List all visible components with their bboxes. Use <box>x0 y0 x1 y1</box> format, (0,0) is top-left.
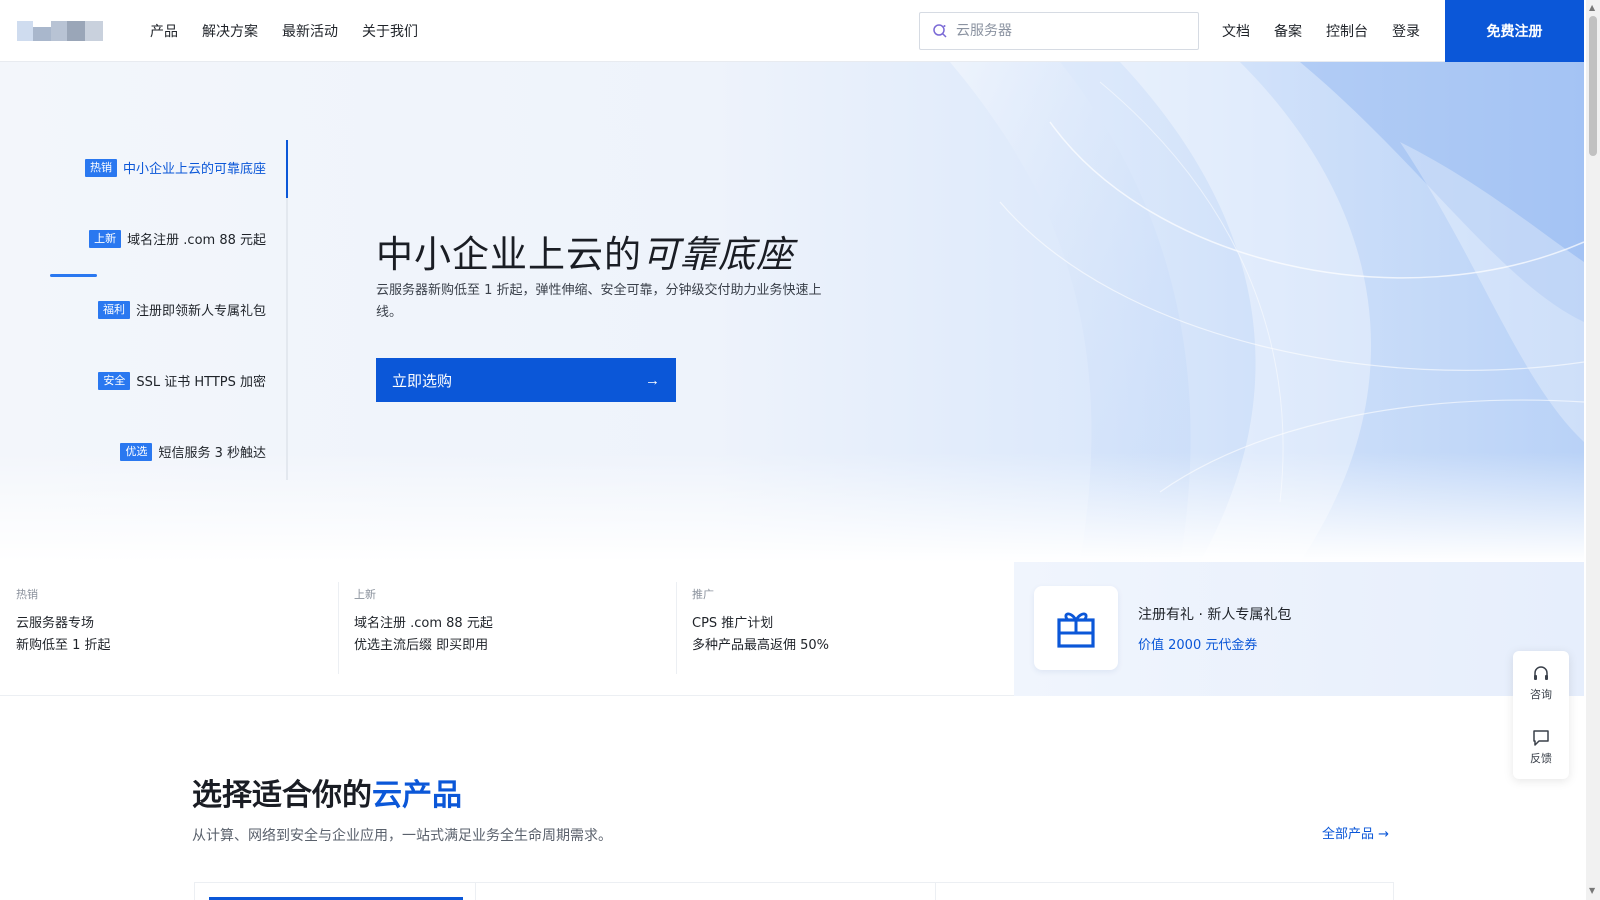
tab-label: 域名注册 .com 88 元起 <box>127 233 266 248</box>
promo-card-2[interactable]: 上新 域名注册 .com 88 元起 优选主流后缀 即买即用 <box>338 562 676 696</box>
promo-subtitle: 多种产品最高返佣 50% <box>692 638 830 653</box>
buy-now-button[interactable]: 立即选购 → <box>376 358 676 402</box>
link-filing[interactable]: 备案 <box>1274 21 1302 41</box>
promo-tag: 上新 <box>354 588 376 601</box>
hero-title-plain: 中小企业上云的 <box>376 233 642 276</box>
hero-tab-3[interactable]: 福利 注册即领新人专属礼包 <box>97 300 266 319</box>
search-input[interactable] <box>956 23 1176 39</box>
hero-banner: 热销 中小企业上云的可靠底座 上新 域名注册 .com 88 元起 福利 注册即… <box>0 62 1584 562</box>
promo-title: CPS 推广计划 <box>692 616 774 631</box>
hero-title: 中小企业上云的可靠底座 <box>376 224 794 278</box>
tab-tag: 上新 <box>89 229 122 248</box>
buy-now-label: 立即选购 <box>392 372 453 390</box>
promo-subtitle: 优选主流后缀 即买即用 <box>354 638 489 653</box>
gift-icon <box>1057 612 1095 648</box>
hero-tabs: 热销 中小企业上云的可靠底座 上新 域名注册 .com 88 元起 福利 注册即… <box>0 140 288 480</box>
nav-item-events[interactable]: 最新活动 <box>282 21 338 41</box>
products-section-title: 选择适合你的云产品 <box>192 770 462 814</box>
scroll-up-arrow-icon[interactable]: ▲ <box>1589 3 1595 12</box>
nav-item-about[interactable]: 关于我们 <box>362 21 418 41</box>
page-scrollbar[interactable]: ▲ ▼ <box>1586 0 1600 900</box>
tab-label: 注册即领新人专属礼包 <box>135 304 266 319</box>
promo-title: 云服务器专场 <box>16 616 95 631</box>
card-separator <box>935 883 936 900</box>
header-links: 文档 备案 控制台 登录 <box>1222 0 1420 62</box>
products-title-plain: 选择适合你的 <box>192 778 372 813</box>
consult-button[interactable]: 咨询 <box>1513 651 1569 715</box>
products-section-description: 从计算、网络到安全与企业应用，一站式满足业务全生命周期需求。 <box>192 828 612 844</box>
promo-card-3[interactable]: 推广 CPS 推广计划 多种产品最高返佣 50% <box>676 562 1014 696</box>
top-header: 产品 解决方案 最新活动 关于我们 文档 备案 控制台 登录 免费注册 <box>0 0 1584 62</box>
promo-tag: 推广 <box>692 588 714 601</box>
gift-title: 注册有礼 · 新人专属礼包 <box>1138 607 1292 623</box>
tab-tag: 热销 <box>84 158 117 177</box>
feedback-button[interactable]: 反馈 <box>1513 715 1569 779</box>
consult-label: 咨询 <box>1530 687 1552 701</box>
product-cards-row <box>194 882 1394 900</box>
promo-subtitle: 新购低至 1 折起 <box>16 638 111 653</box>
tab-label: 短信服务 3 秒触达 <box>158 446 266 461</box>
gift-icon-box <box>1034 586 1118 670</box>
gift-panel[interactable]: 注册有礼 · 新人专属礼包 价值 2000 元代金券 <box>1014 562 1584 696</box>
products-title-accent: 云产品 <box>372 778 462 813</box>
link-console[interactable]: 控制台 <box>1326 21 1368 41</box>
card-separator <box>475 883 476 900</box>
hero-tab-2[interactable]: 上新 域名注册 .com 88 元起 <box>89 229 266 248</box>
nav-item-solutions[interactable]: 解决方案 <box>202 21 258 41</box>
active-tab-underline <box>50 274 97 277</box>
feedback-icon <box>1533 729 1549 746</box>
hero-tab-1[interactable]: 热销 中小企业上云的可靠底座 <box>84 158 266 177</box>
promo-strip: 热销 云服务器专场 新购低至 1 折起 上新 域名注册 .com 88 元起 优… <box>0 562 1584 696</box>
headset-icon <box>1534 665 1548 680</box>
scroll-down-arrow-icon[interactable]: ▼ <box>1589 886 1595 895</box>
tab-label: 中小企业上云的可靠底座 <box>122 162 266 177</box>
feedback-label: 反馈 <box>1530 751 1552 765</box>
main-nav: 产品 解决方案 最新活动 关于我们 <box>150 0 418 62</box>
link-docs[interactable]: 文档 <box>1222 21 1250 41</box>
search-box[interactable] <box>919 12 1199 50</box>
register-button[interactable]: 免费注册 <box>1445 0 1584 62</box>
tab-label: SSL 证书 HTTPS 加密 <box>136 375 266 390</box>
nav-item-products[interactable]: 产品 <box>150 21 178 41</box>
hero-title-emphasis: 可靠底座 <box>642 233 794 276</box>
promo-title: 域名注册 .com 88 元起 <box>354 616 493 631</box>
scrollbar-thumb[interactable] <box>1589 16 1597 156</box>
all-products-link[interactable]: 全部产品 → <box>1322 823 1389 842</box>
tab-tag: 安全 <box>98 371 131 390</box>
tab-tag: 优选 <box>120 442 153 461</box>
brand-logo[interactable] <box>17 21 107 41</box>
hero-tab-5[interactable]: 优选 短信服务 3 秒触达 <box>120 442 266 461</box>
search-icon <box>933 24 947 38</box>
promo-tag: 热销 <box>16 588 38 601</box>
arrow-right-icon: → <box>645 371 660 389</box>
gift-voucher-link[interactable]: 价值 2000 元代金券 <box>1138 634 1257 653</box>
promo-card-1[interactable]: 热销 云服务器专场 新购低至 1 折起 <box>0 562 338 696</box>
tab-tag: 福利 <box>97 300 130 319</box>
link-login[interactable]: 登录 <box>1392 21 1420 41</box>
hero-tab-4[interactable]: 安全 SSL 证书 HTTPS 加密 <box>98 371 266 390</box>
hero-description: 云服务器新购低至 1 折起，弹性伸缩、安全可靠，分钟级交付助力业务快速上线。 <box>376 283 822 320</box>
floating-service-widget: 咨询 反馈 <box>1513 651 1569 779</box>
